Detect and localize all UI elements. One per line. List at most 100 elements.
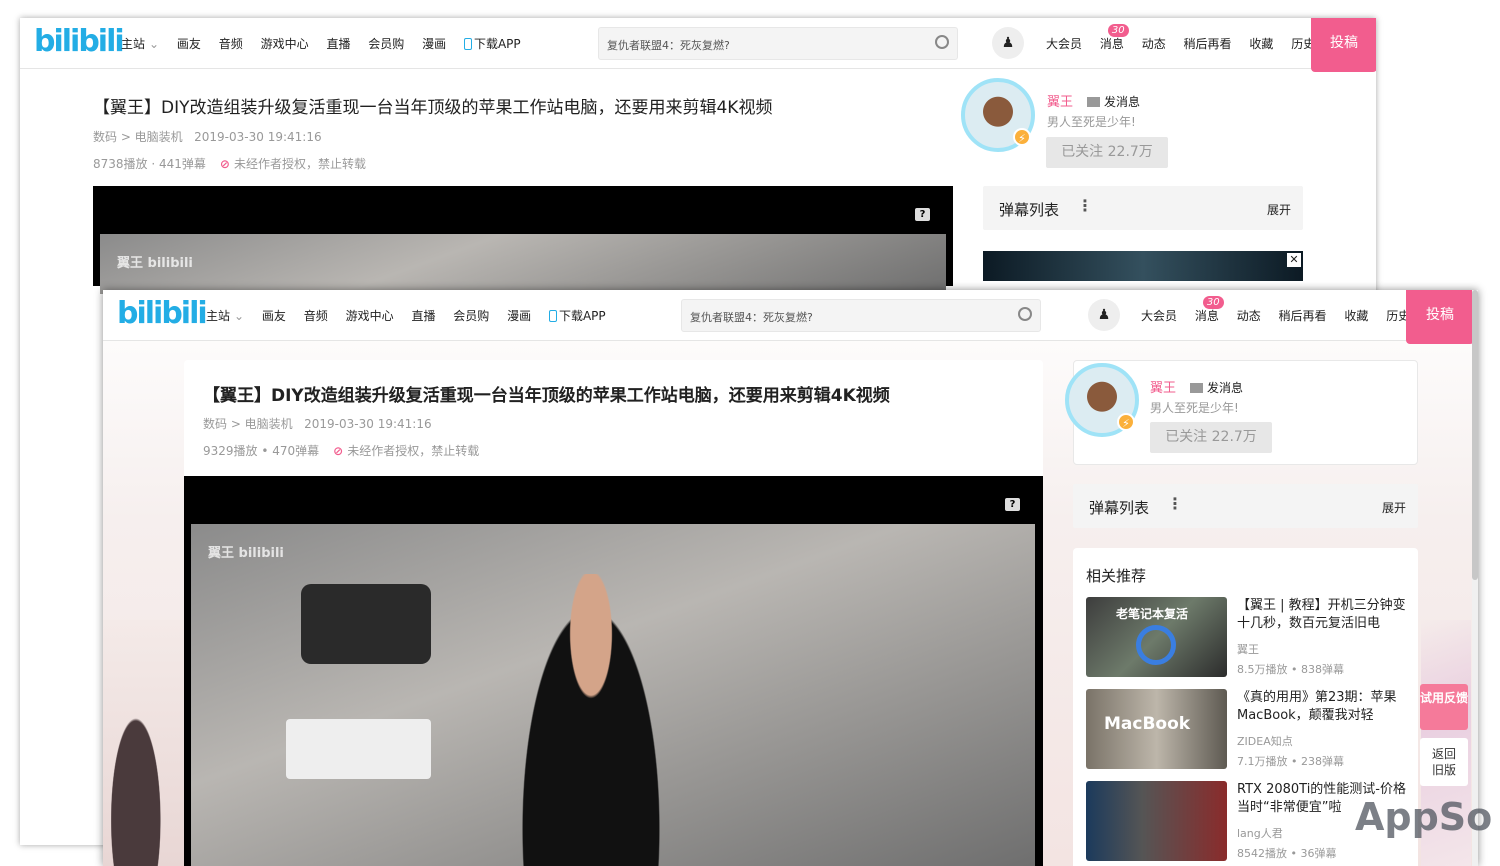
nav-mall[interactable]: 会员购 [368, 37, 404, 51]
expand-button[interactable]: 展开 [1267, 201, 1291, 218]
search-icon[interactable] [935, 35, 949, 49]
video-stats: 8738播放 · 441弹幕⊘未经作者授权，禁止转载 [93, 155, 366, 172]
top-header: bilibili 主站⌄ 画友 音频 游戏中心 直播 会员购 漫画 下载APP … [103, 290, 1478, 341]
nav-painter[interactable]: 画友 [177, 37, 201, 51]
video-title: 【翼王】DIY改造组装升级复活重现一台当年顶级的苹果工作站电脑，还要用来剪辑4K… [203, 381, 890, 406]
nav-home[interactable]: 主站 [206, 309, 230, 323]
nav-dynamic[interactable]: 动态 [1237, 309, 1261, 323]
feedback-button[interactable]: 试用反馈 [1420, 684, 1468, 730]
related-item-stats: 8542播放 • 36弹幕 [1237, 845, 1336, 861]
ad-banner[interactable]: ✕ [983, 251, 1303, 281]
nav-home[interactable]: 主站 [121, 37, 145, 51]
mail-icon [1190, 383, 1203, 393]
nav-live[interactable]: 直播 [326, 37, 350, 51]
nav-vip[interactable]: 大会员 [1046, 37, 1082, 51]
nav-watch-later[interactable]: 稍后再看 [1184, 37, 1232, 51]
phone-icon [464, 38, 472, 50]
top-header: bilibili 主站⌄ 画友 音频 游戏中心 直播 会员购 漫画 下载APP … [20, 18, 1376, 69]
related-item-stats: 8.5万播放 • 838弹幕 [1237, 661, 1344, 677]
bilibili-logo[interactable]: bilibili [34, 24, 123, 59]
background-character-art [103, 620, 185, 866]
download-app-link[interactable]: 下载APP [549, 309, 606, 323]
video-player[interactable]: ? 翼王 bilibili [93, 186, 953, 286]
more-icon: ⋮ [1167, 494, 1183, 513]
up-name[interactable]: 翼王发消息 [1150, 377, 1243, 396]
up-info-card: ⚡ 翼王发消息 男人至死是少年! 已关注 22.7万 [1073, 360, 1418, 465]
nav-manga[interactable]: 漫画 [422, 37, 446, 51]
video-keyboard [286, 719, 431, 779]
nav-manga[interactable]: 漫画 [507, 309, 531, 323]
appso-watermark: AppSo [1355, 795, 1492, 839]
nav-game[interactable]: 游戏中心 [346, 309, 394, 323]
related-title: 相关推荐 [1086, 565, 1146, 586]
search-input[interactable]: 复仇者联盟4：死灰复燃? [598, 27, 958, 60]
up-signature: 男人至死是少年! [1150, 399, 1239, 416]
up-avatar[interactable]: ⚡ [1065, 363, 1139, 437]
user-avatar[interactable]: ♟ [1088, 299, 1120, 331]
nav-painter[interactable]: 画友 [262, 309, 286, 323]
video-watermark: 翼王 bilibili [208, 542, 284, 561]
nav-messages[interactable]: 30消息 [1100, 37, 1124, 51]
upload-button[interactable]: 投稿 [1406, 290, 1474, 344]
nav-messages[interactable]: 30消息 [1195, 309, 1219, 323]
related-item-author: ZIDEA知点 [1237, 733, 1293, 749]
more-icon: ⋮ [1077, 196, 1093, 215]
related-item[interactable]: MacBook 《真的用用》第23期：苹果MacBook，颠覆我对轻 ZIDEA… [1086, 689, 1421, 771]
close-icon[interactable]: ✕ [1287, 253, 1301, 267]
nav-game[interactable]: 游戏中心 [261, 37, 309, 51]
search-input[interactable]: 复仇者联盟4：死灰复燃? [681, 299, 1041, 332]
nav-audio[interactable]: 音频 [219, 37, 243, 51]
related-item[interactable]: 老笔记本复活 【翼王 | 教程】开机三分钟变十几秒，数百元复活旧电 翼王 8.5… [1086, 597, 1421, 679]
video-category: 数码 > 电脑装机 2019-03-30 19:41:16 [93, 128, 322, 145]
nav-watch-later[interactable]: 稍后再看 [1279, 309, 1327, 323]
related-item-title: 【翼王 | 教程】开机三分钟变十几秒，数百元复活旧电 [1237, 597, 1413, 633]
related-thumbnail[interactable]: 老笔记本复活 [1086, 597, 1227, 677]
up-avatar[interactable]: ⚡ [961, 78, 1035, 152]
no-repost-icon: ⊘ [333, 444, 343, 458]
related-item-stats: 7.1万播放 • 238弹幕 [1237, 753, 1344, 769]
user-nav: 大会员 30消息 动态 稍后再看 收藏 历史 [1046, 35, 1329, 52]
mail-icon [1087, 97, 1100, 107]
main-nav: 主站⌄ 画友 音频 游戏中心 直播 会员购 漫画 下载APP [206, 307, 620, 324]
related-thumbnail[interactable]: MacBook [1086, 689, 1227, 769]
user-avatar[interactable]: ♟ [992, 27, 1024, 59]
upload-button[interactable]: 投稿 [1311, 18, 1376, 72]
video-watermark: 翼王 bilibili [117, 252, 193, 271]
video-stats: 9329播放 • 470弹幕⊘未经作者授权，禁止转载 [203, 442, 479, 459]
video-player[interactable]: ? 翼王 bilibili [184, 476, 1043, 866]
nav-favorites[interactable]: 收藏 [1249, 37, 1273, 51]
danmaku-list-panel[interactable]: 弹幕列表⋮展开 [1073, 484, 1418, 528]
expand-button[interactable]: 展开 [1382, 499, 1406, 516]
scrollbar[interactable] [1472, 290, 1478, 866]
follow-button[interactable]: 已关注 22.7万 [1150, 422, 1272, 453]
help-icon[interactable]: ? [1005, 498, 1020, 511]
verified-bolt-icon: ⚡ [1117, 413, 1135, 431]
send-message-button[interactable]: 发消息 [1190, 381, 1243, 395]
return-old-version-button[interactable]: 返回旧版 [1420, 738, 1468, 786]
help-icon[interactable]: ? [915, 208, 930, 221]
nav-audio[interactable]: 音频 [304, 309, 328, 323]
video-object [301, 584, 431, 664]
video-title: 【翼王】DIY改造组装升级复活重现一台当年顶级的苹果工作站电脑，还要用来剪辑4K… [93, 93, 772, 118]
send-message-button[interactable]: 发消息 [1087, 95, 1140, 109]
nav-dynamic[interactable]: 动态 [1142, 37, 1166, 51]
bilibili-logo[interactable]: bilibili [117, 296, 206, 331]
message-badge: 30 [1108, 24, 1129, 37]
up-name[interactable]: 翼王发消息 [1047, 91, 1140, 110]
follow-button[interactable]: 已关注 22.7万 [1046, 137, 1168, 168]
nav-mall[interactable]: 会员购 [453, 309, 489, 323]
main-nav: 主站⌄ 画友 音频 游戏中心 直播 会员购 漫画 下载APP [121, 35, 535, 52]
user-nav: 大会员 30消息 动态 稍后再看 收藏 历史 [1141, 307, 1424, 324]
message-badge: 30 [1203, 296, 1224, 309]
search-icon[interactable] [1018, 307, 1032, 321]
nav-vip[interactable]: 大会员 [1141, 309, 1177, 323]
related-thumbnail[interactable] [1086, 781, 1227, 861]
nav-live[interactable]: 直播 [411, 309, 435, 323]
phone-icon [549, 310, 557, 322]
download-app-link[interactable]: 下载APP [464, 37, 521, 51]
no-repost-icon: ⊘ [220, 157, 230, 171]
danmaku-list-panel[interactable]: 弹幕列表⋮展开 [983, 186, 1303, 230]
nav-favorites[interactable]: 收藏 [1344, 309, 1368, 323]
related-item-author: lang人君 [1237, 825, 1283, 841]
video-person [511, 574, 671, 866]
